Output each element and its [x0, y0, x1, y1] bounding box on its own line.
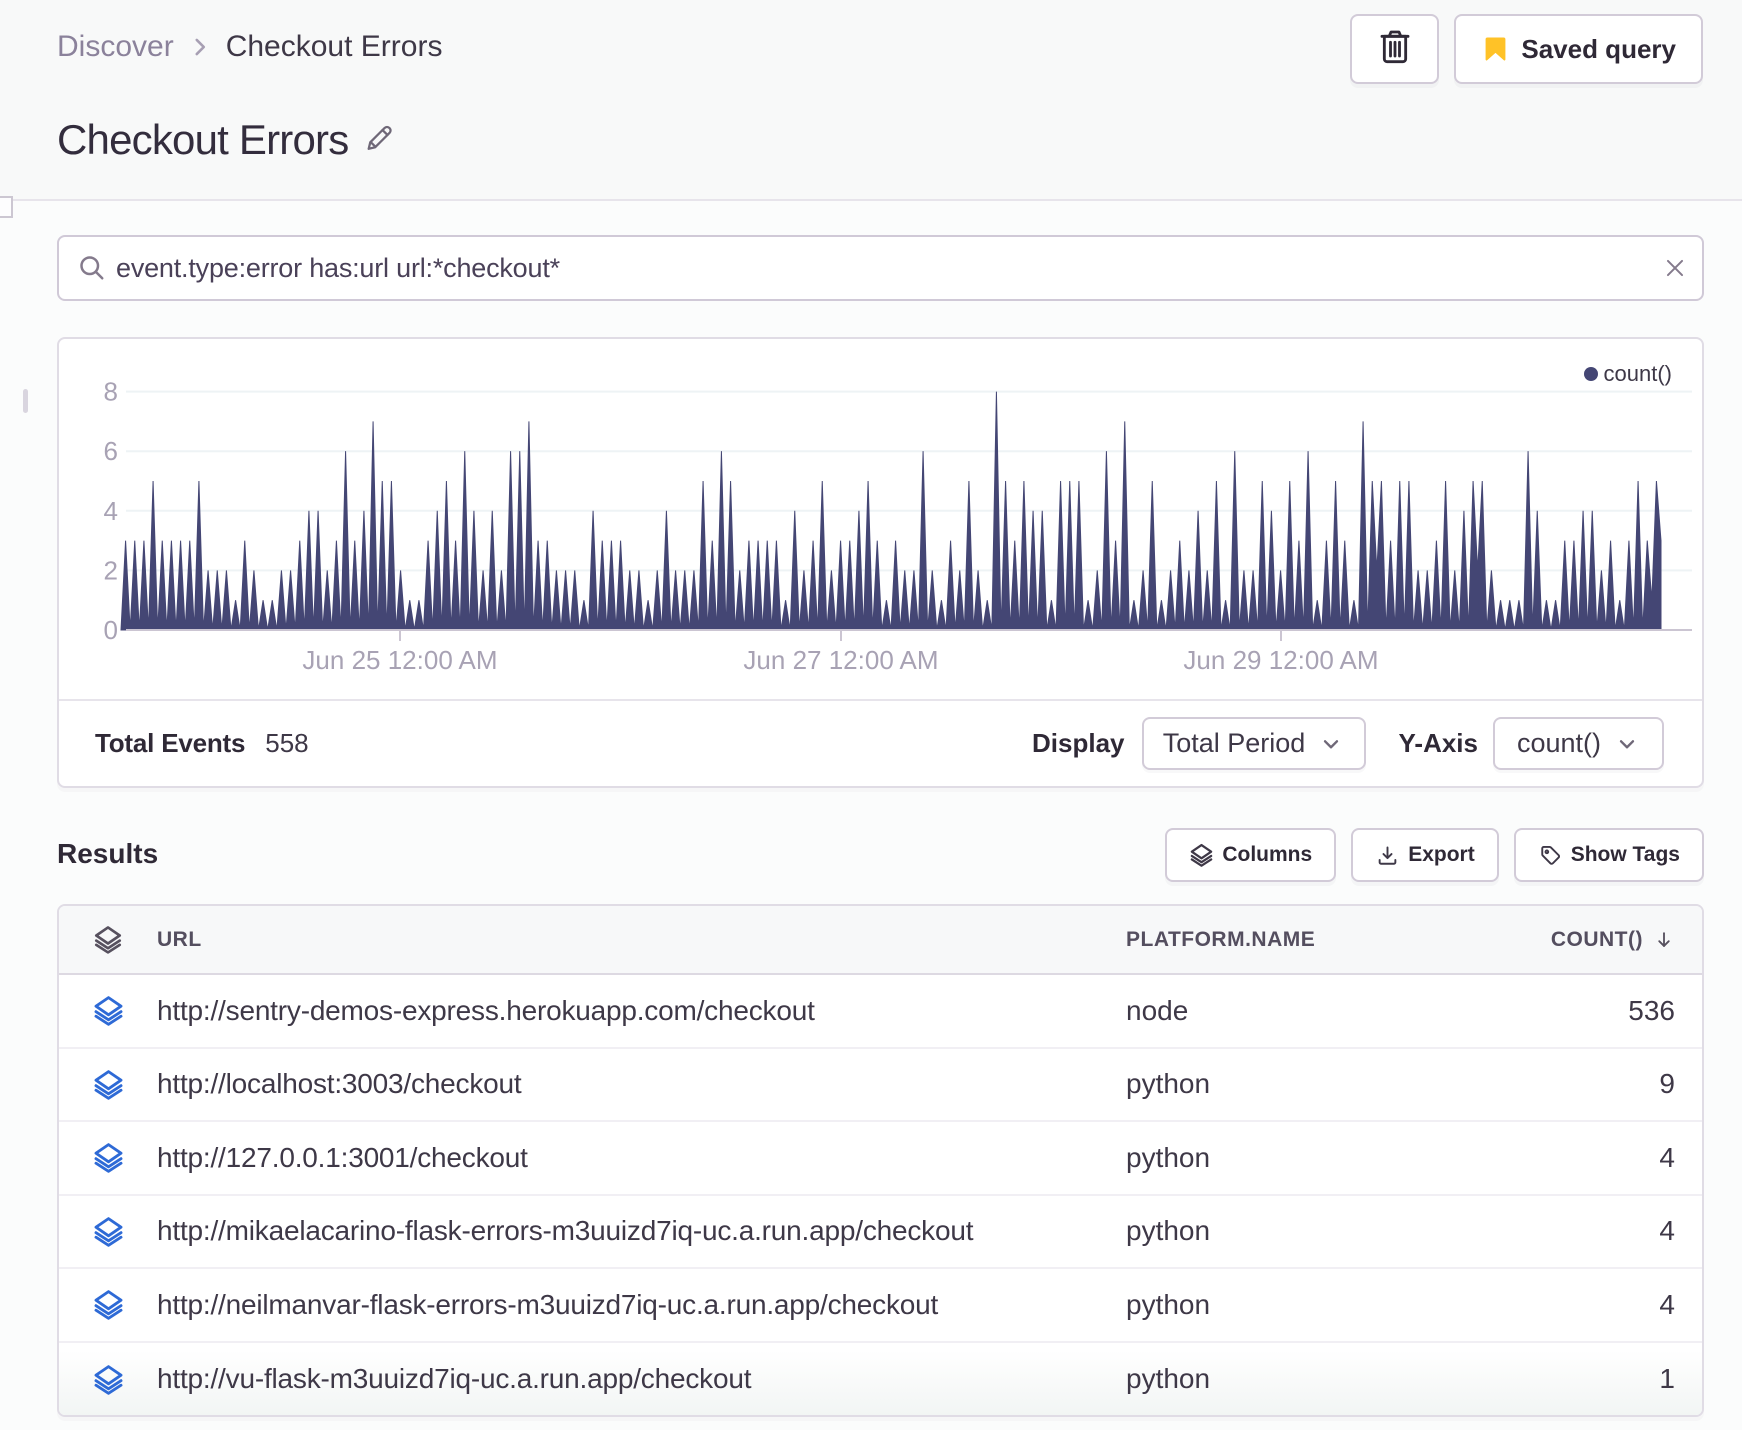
- breadcrumb-current: Checkout Errors: [225, 30, 443, 63]
- yaxis-select[interactable]: count(): [1493, 717, 1664, 770]
- table-row[interactable]: http://vu-flask-m3uuizd7iq-uc.a.run.app/…: [59, 1342, 1702, 1415]
- y-tick-label: 2: [104, 555, 118, 585]
- search-input[interactable]: event.type:error has:url url:*checkout*: [116, 253, 1662, 284]
- cell-count: 536: [1628, 994, 1675, 1026]
- breadcrumb: Discover Checkout Errors: [57, 30, 442, 64]
- export-label: Export: [1408, 843, 1475, 866]
- cell-url[interactable]: http://localhost:3003/checkout: [157, 1068, 1126, 1100]
- y-tick-label: 8: [104, 377, 118, 407]
- x-tick-label: Jun 25 12:00 AM: [302, 645, 497, 675]
- columns-button[interactable]: Columns: [1165, 828, 1337, 882]
- cell-url[interactable]: http://mikaelacarino-flask-errors-m3uuiz…: [157, 1215, 1126, 1247]
- chart-footer: Total Events 558 Display Total Period Y-…: [59, 699, 1702, 786]
- chart-panel: 0 2 4 6 8 Jun 25 12:00 AM Jun 27 12:00 AM Jun …: [57, 337, 1704, 788]
- yaxis-label: Y-Axis: [1398, 728, 1479, 758]
- table-row[interactable]: http://mikaelacarino-flask-errors-m3uuiz…: [59, 1196, 1702, 1269]
- table-row[interactable]: http://127.0.0.1:3001/checkout python 4: [59, 1122, 1702, 1196]
- close-icon[interactable]: [1662, 255, 1688, 281]
- yaxis-value: count(): [1516, 728, 1602, 758]
- columns-label: Columns: [1222, 843, 1313, 866]
- chevron-down-icon: [1614, 731, 1640, 757]
- delete-query-button[interactable]: [1350, 14, 1440, 84]
- show-tags-button[interactable]: Show Tags: [1513, 828, 1704, 882]
- saved-query-button[interactable]: Saved query: [1454, 14, 1703, 84]
- chevron-down-icon: [1318, 731, 1344, 757]
- legend-dot-icon: [1583, 367, 1598, 381]
- cell-platform: python: [1126, 1141, 1211, 1173]
- stack-icon-blue[interactable]: [94, 1216, 123, 1247]
- cell-url[interactable]: http://sentry-demos-express.herokuapp.co…: [157, 995, 1126, 1027]
- search-bar[interactable]: event.type:error has:url url:*checkout*: [57, 235, 1704, 301]
- bookmark-icon: [1485, 37, 1506, 61]
- sort-desc-arrow-icon: [1653, 929, 1675, 951]
- cell-url[interactable]: http://vu-flask-m3uuizd7iq-uc.a.run.app/…: [157, 1363, 1126, 1395]
- table-body: http://sentry-demos-express.herokuapp.co…: [59, 975, 1702, 1415]
- display-label: Display: [1032, 728, 1125, 758]
- cell-url[interactable]: http://127.0.0.1:3001/checkout: [157, 1142, 1126, 1174]
- total-events-label: Total Events: [95, 728, 246, 758]
- page-title: Checkout Errors: [57, 116, 349, 163]
- chart-legend[interactable]: count(): [1583, 361, 1672, 387]
- header-actions: Saved query: [1350, 14, 1703, 84]
- table-row[interactable]: http://localhost:3003/checkout python 9: [59, 1049, 1702, 1122]
- y-tick-label: 0: [104, 615, 118, 645]
- tag-icon: [1539, 844, 1562, 867]
- table-row[interactable]: http://sentry-demos-express.herokuapp.co…: [59, 975, 1702, 1049]
- cell-platform: python: [1126, 1215, 1211, 1247]
- stack-icon-blue[interactable]: [94, 1289, 123, 1321]
- cell-count: 1: [1659, 1363, 1675, 1395]
- column-header-platform[interactable]: PLATFORM.NAME: [1126, 928, 1546, 952]
- pencil-icon[interactable]: [364, 121, 396, 159]
- x-tick-label: Jun 27 12:00 AM: [743, 645, 938, 675]
- column-header-url[interactable]: URL: [157, 928, 1126, 952]
- stack-icon-blue[interactable]: [94, 995, 123, 1027]
- download-icon: [1376, 844, 1399, 867]
- results-table: URL PLATFORM.NAME COUNT() http://sentry-…: [57, 904, 1704, 1417]
- cell-platform: python: [1126, 1068, 1211, 1100]
- stack-icon-blue[interactable]: [94, 1069, 123, 1100]
- breadcrumb-discover[interactable]: Discover: [57, 30, 174, 64]
- display-select[interactable]: Total Period: [1141, 717, 1366, 770]
- sidebar-handle-artifact: [0, 196, 13, 218]
- cell-url[interactable]: http://neilmanvar-flask-errors-m3uuizd7i…: [157, 1289, 1126, 1321]
- y-tick-label: 6: [104, 436, 118, 466]
- export-button[interactable]: Export: [1351, 828, 1499, 882]
- chevron-right-icon: [187, 34, 213, 60]
- events-area-chart[interactable]: 0 2 4 6 8 Jun 25 12:00 AM Jun 27 12:00 AM Jun …: [59, 339, 1702, 699]
- cell-platform: python: [1126, 1363, 1211, 1395]
- count-header-label: COUNT(): [1550, 927, 1643, 951]
- column-header-count[interactable]: COUNT(): [1551, 928, 1702, 952]
- cell-platform: node: [1126, 994, 1189, 1026]
- x-tick-label: Jun 29 12:00 AM: [1183, 645, 1378, 675]
- total-events-value: 558: [265, 728, 309, 758]
- trash-icon: [1375, 27, 1415, 72]
- show-tags-label: Show Tags: [1570, 843, 1680, 866]
- search-icon: [77, 253, 107, 283]
- display-value: Total Period: [1162, 728, 1306, 758]
- table-header: URL PLATFORM.NAME COUNT(): [59, 906, 1702, 975]
- cell-count: 4: [1659, 1288, 1675, 1320]
- stack-icon-blue[interactable]: [94, 1142, 123, 1174]
- results-heading: Results: [57, 838, 159, 869]
- cell-count: 9: [1659, 1068, 1675, 1100]
- y-tick-label: 4: [104, 496, 118, 526]
- cell-count: 4: [1659, 1215, 1675, 1247]
- saved-query-label: Saved query: [1521, 33, 1676, 64]
- table-row[interactable]: http://neilmanvar-flask-errors-m3uuizd7i…: [59, 1269, 1702, 1343]
- cell-platform: python: [1126, 1288, 1211, 1320]
- cell-count: 4: [1659, 1141, 1675, 1173]
- layers-icon: [1190, 843, 1213, 867]
- legend-label: count(): [1603, 361, 1672, 386]
- scrollbar-artifact: [23, 389, 28, 413]
- stack-icon: [94, 925, 122, 954]
- stack-icon-blue[interactable]: [94, 1364, 123, 1395]
